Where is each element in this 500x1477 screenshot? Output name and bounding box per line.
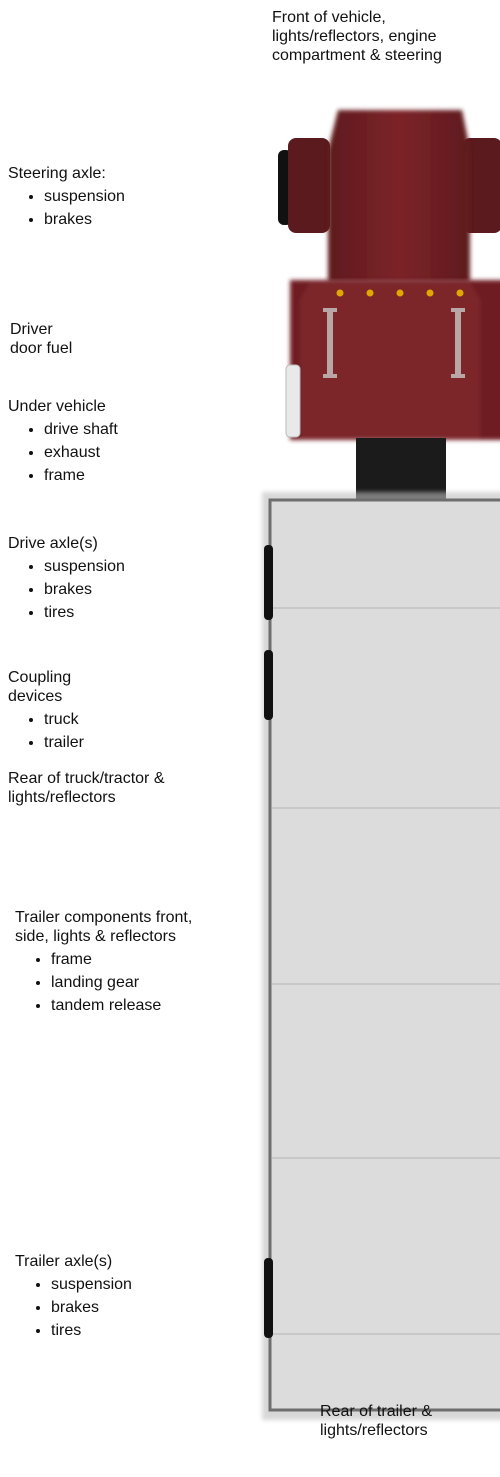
list-item: frame bbox=[51, 950, 215, 969]
driver-door-title: Driver door fuel bbox=[10, 321, 73, 357]
list-item: landing gear bbox=[51, 973, 215, 992]
marker-light bbox=[426, 289, 434, 297]
steering-axle-label: Steering axle: suspension brakes bbox=[8, 164, 168, 276]
trailer-components-label: Trailer components front, side, lights &… bbox=[15, 908, 215, 1045]
list-item: trailer bbox=[44, 733, 128, 752]
fuel-tank bbox=[285, 364, 301, 438]
driver-door-label: Driver door fuel bbox=[10, 320, 80, 358]
trailer-body bbox=[268, 498, 500, 1412]
under-vehicle-title: Under vehicle bbox=[8, 398, 106, 415]
list-item: frame bbox=[44, 466, 178, 485]
list-item: tires bbox=[51, 1321, 215, 1340]
under-vehicle-label: Under vehicle drive shaft exhaust frame bbox=[8, 397, 178, 497]
rear-trailer-caption: Rear of trailer & lights/reflectors bbox=[320, 1402, 495, 1440]
trailer-axle-label: Trailer axle(s) suspension brakes tires bbox=[15, 1252, 215, 1352]
list-item: brakes bbox=[51, 1298, 215, 1317]
drive-axle-list: suspension brakes tires bbox=[8, 557, 178, 622]
coupling-devices-title: Coupling devices bbox=[8, 669, 72, 705]
marker-light bbox=[456, 289, 464, 297]
list-item: suspension bbox=[51, 1275, 215, 1294]
list-item: suspension bbox=[44, 557, 178, 576]
marker-light bbox=[396, 289, 404, 297]
list-item: brakes bbox=[44, 210, 168, 229]
hood bbox=[328, 110, 470, 282]
list-item: tandem release bbox=[51, 996, 215, 1015]
list-item: brakes bbox=[44, 580, 178, 599]
under-vehicle-list: drive shaft exhaust frame bbox=[8, 420, 178, 485]
trailer-wheel bbox=[264, 1258, 273, 1338]
marker-light bbox=[366, 289, 374, 297]
drive-wheel bbox=[264, 650, 273, 720]
coupling-devices-list: truck trailer bbox=[8, 710, 128, 752]
steering-axle-list: suspension brakes bbox=[8, 187, 168, 229]
drive-wheel bbox=[264, 545, 273, 620]
front-caption-text: Front of vehicle, lights/reflectors, eng… bbox=[272, 9, 442, 64]
trailer-axle-list: suspension brakes tires bbox=[15, 1275, 215, 1340]
rear-truck-title: Rear of truck/tractor & lights/reflector… bbox=[8, 770, 165, 806]
trailer-components-list: frame landing gear tandem release bbox=[15, 950, 215, 1015]
rear-trailer-caption-text: Rear of trailer & lights/reflectors bbox=[320, 1403, 433, 1439]
drive-axle-title: Drive axle(s) bbox=[8, 535, 98, 552]
marker-light bbox=[336, 289, 344, 297]
left-fender bbox=[288, 138, 330, 233]
trailer-components-title: Trailer components front, side, lights &… bbox=[15, 909, 193, 945]
coupling-devices-label: Coupling devices truck trailer bbox=[8, 668, 128, 763]
list-item: suspension bbox=[44, 187, 168, 206]
list-item: tires bbox=[44, 603, 178, 622]
drive-axle-label: Drive axle(s) suspension brakes tires bbox=[8, 534, 178, 629]
cab bbox=[290, 280, 500, 440]
list-item: drive shaft bbox=[44, 420, 178, 439]
front-caption: Front of vehicle, lights/reflectors, eng… bbox=[272, 8, 500, 65]
list-item: truck bbox=[44, 710, 128, 729]
rear-truck-label: Rear of truck/tractor & lights/reflector… bbox=[8, 769, 218, 807]
list-item: exhaust bbox=[44, 443, 178, 462]
steering-axle-title: Steering axle: bbox=[8, 165, 106, 182]
trailer-axle-title: Trailer axle(s) bbox=[15, 1253, 113, 1270]
